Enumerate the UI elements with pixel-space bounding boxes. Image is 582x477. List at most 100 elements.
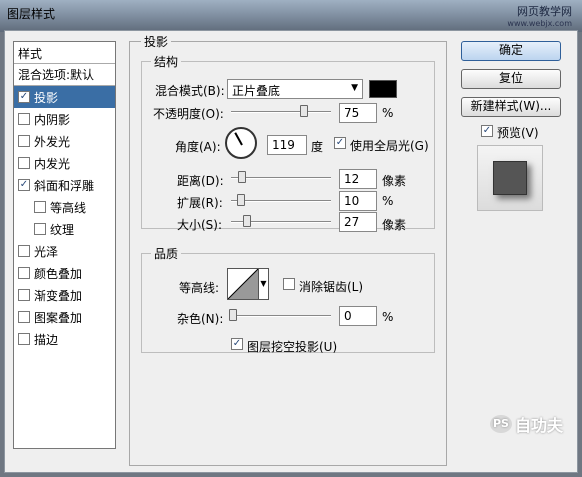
style-item-label: 外发光 — [34, 134, 71, 149]
noise-unit: % — [382, 310, 394, 324]
structure-group-title: 结构 — [151, 53, 182, 70]
noise-slider-track[interactable] — [231, 315, 331, 317]
size-input[interactable]: 27 — [339, 212, 377, 232]
style-item-pattern-overlay[interactable]: 图案叠加 — [14, 306, 115, 328]
style-item-stroke[interactable]: 描边 — [14, 328, 115, 350]
dialog-client: 样式 混合选项:默认 投影 内阴影 外发光 内发光 斜面和浮雕 等高线 纹理 — [4, 30, 578, 473]
quality-group-title: 品质 — [151, 245, 182, 262]
spread-input[interactable]: 10 — [339, 191, 377, 211]
style-item-texture[interactable]: 纹理 — [14, 218, 115, 240]
chevron-down-icon: ▼ — [260, 279, 267, 288]
title-bar: 图层样式 网页教学网 www.webjx.com — [0, 0, 582, 32]
preview-square — [493, 161, 527, 195]
style-item-bevel-emboss[interactable]: 斜面和浮雕 — [14, 174, 115, 196]
style-item-label: 等高线 — [50, 200, 87, 215]
style-item-inner-shadow[interactable]: 内阴影 — [14, 108, 115, 130]
noise-input[interactable]: 0 — [339, 306, 377, 326]
checkbox-icon[interactable] — [18, 113, 30, 125]
spread-unit: % — [382, 194, 394, 208]
style-item-satin[interactable]: 光泽 — [14, 240, 115, 262]
checkbox-icon[interactable] — [18, 245, 30, 257]
blend-options-item[interactable]: 混合选项:默认 — [14, 64, 115, 86]
contour-curve-icon — [227, 268, 259, 300]
blend-mode-select[interactable]: 正片叠底 ▼ — [227, 79, 363, 99]
angle-label: 角度(A): — [175, 140, 221, 154]
noise-label: 杂色(N): — [177, 312, 224, 326]
checkbox-icon[interactable] — [18, 267, 30, 279]
global-light-checkbox[interactable] — [334, 137, 346, 149]
style-item-drop-shadow[interactable]: 投影 — [14, 86, 115, 108]
style-item-outer-glow[interactable]: 外发光 — [14, 130, 115, 152]
opacity-slider-thumb[interactable] — [300, 105, 308, 117]
blend-mode-value: 正片叠底 — [232, 84, 281, 98]
distance-slider-track[interactable] — [231, 177, 331, 179]
distance-unit: 像素 — [382, 174, 407, 188]
style-item-label: 斜面和浮雕 — [34, 178, 95, 193]
size-unit: 像素 — [382, 218, 407, 232]
opacity-slider-track[interactable] — [231, 111, 331, 113]
anti-alias-label: 消除锯齿(L) — [299, 280, 364, 294]
styles-list: 样式 混合选项:默认 投影 内阴影 外发光 内发光 斜面和浮雕 等高线 纹理 — [13, 41, 116, 449]
angle-input[interactable]: 119 — [267, 135, 307, 155]
checkbox-icon[interactable] — [18, 311, 30, 323]
checkbox-icon[interactable] — [34, 223, 46, 235]
distance-input[interactable]: 12 — [339, 169, 377, 189]
style-item-contour[interactable]: 等高线 — [14, 196, 115, 218]
section-title: 投影 — [141, 33, 172, 50]
shadow-color-swatch[interactable] — [369, 80, 397, 98]
checkbox-icon[interactable] — [18, 289, 30, 301]
style-item-label: 描边 — [34, 332, 59, 347]
spread-slider-thumb[interactable] — [237, 194, 245, 206]
checkbox-icon[interactable] — [34, 201, 46, 213]
style-item-label: 内阴影 — [34, 112, 71, 127]
style-item-inner-glow[interactable]: 内发光 — [14, 152, 115, 174]
style-item-label: 纹理 — [50, 222, 75, 237]
preview-checkbox[interactable] — [481, 125, 493, 137]
brand-name: 自功夫 — [515, 416, 564, 435]
contour-dropdown-button[interactable]: ▼ — [259, 268, 269, 300]
contour-picker[interactable] — [227, 268, 259, 300]
window-title: 图层样式 — [7, 7, 56, 21]
checkbox-icon[interactable] — [18, 91, 30, 103]
angle-needle-icon — [234, 132, 243, 146]
style-item-label: 颜色叠加 — [34, 266, 83, 281]
watermark-top: 网页教学网 www.webjx.com — [507, 6, 572, 30]
knockout-checkbox[interactable] — [231, 338, 243, 350]
style-item-label: 图案叠加 — [34, 310, 83, 325]
ok-button[interactable]: 确定 — [461, 41, 561, 61]
watermark-bottom: PS 自功夫 — [490, 412, 563, 436]
spread-slider-track[interactable] — [231, 200, 331, 202]
angle-dial[interactable] — [225, 127, 257, 159]
size-slider-thumb[interactable] — [243, 215, 251, 227]
reset-button[interactable]: 复位 — [461, 69, 561, 89]
checkbox-icon[interactable] — [18, 135, 30, 147]
angle-unit: 度 — [311, 140, 324, 154]
opacity-unit: % — [382, 106, 394, 120]
brand-logo: PS — [490, 415, 512, 433]
distance-slider-thumb[interactable] — [238, 171, 246, 183]
style-item-gradient-overlay[interactable]: 渐变叠加 — [14, 284, 115, 306]
checkbox-icon[interactable] — [18, 157, 30, 169]
checkbox-icon[interactable] — [18, 179, 30, 191]
new-style-button[interactable]: 新建样式(W)... — [461, 97, 561, 117]
chevron-down-icon: ▼ — [351, 83, 358, 93]
knockout-label: 图层挖空投影(U) — [247, 340, 338, 354]
opacity-label: 不透明度(O): — [153, 107, 224, 121]
style-item-label: 内发光 — [34, 156, 71, 171]
spread-label: 扩展(R): — [177, 196, 223, 210]
style-item-label: 投影 — [34, 90, 59, 105]
blend-mode-label: 混合模式(B): — [155, 84, 225, 98]
style-item-label: 渐变叠加 — [34, 288, 83, 303]
global-light-label: 使用全局光(G) — [350, 139, 429, 153]
opacity-input[interactable]: 75 — [339, 103, 377, 123]
styles-list-header: 样式 — [14, 42, 115, 64]
checkbox-icon[interactable] — [18, 333, 30, 345]
style-item-color-overlay[interactable]: 颜色叠加 — [14, 262, 115, 284]
noise-slider-thumb[interactable] — [229, 309, 237, 321]
watermark-site-name: 网页教学网 — [517, 5, 572, 18]
style-preview — [477, 145, 543, 211]
anti-alias-checkbox[interactable] — [283, 278, 295, 290]
contour-label: 等高线: — [179, 281, 220, 295]
style-item-label: 光泽 — [34, 244, 59, 259]
size-label: 大小(S): — [177, 218, 223, 232]
